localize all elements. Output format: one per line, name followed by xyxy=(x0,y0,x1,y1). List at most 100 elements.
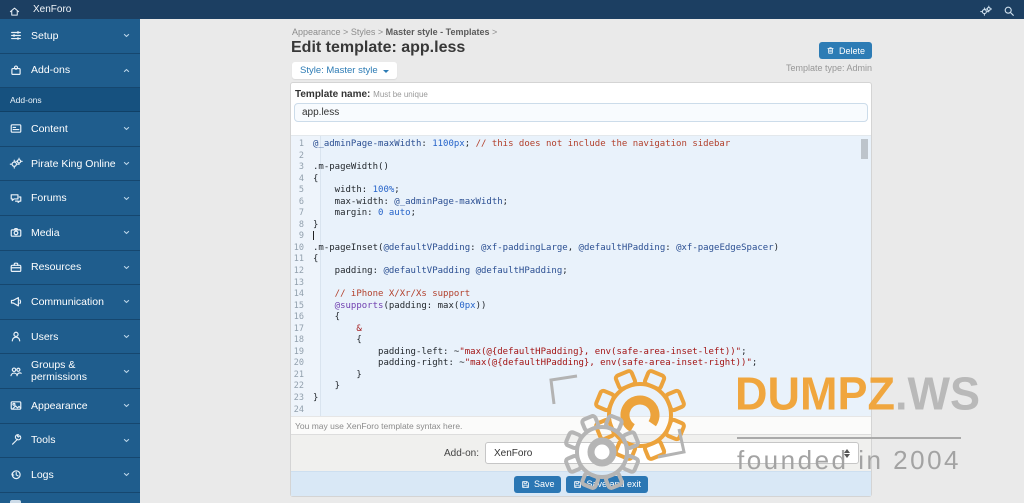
line-number: 1 xyxy=(298,139,304,149)
line-number: 14 xyxy=(293,289,304,300)
chevron-down-icon xyxy=(122,159,131,168)
addon-row: Add-on: XenForo xyxy=(291,434,871,471)
chevron-down-icon xyxy=(122,367,131,376)
sidebar-item-content[interactable]: Content xyxy=(0,112,140,147)
line-number: 17 xyxy=(293,323,304,334)
code-line-14: 14 // iPhone X/Xr/Xs support xyxy=(291,289,871,301)
caret-down-icon xyxy=(382,69,389,76)
code-line-2: 2 xyxy=(291,151,871,163)
save-and-exit-label: Save and exit xyxy=(586,479,642,489)
addon-select[interactable]: XenForo xyxy=(485,442,859,464)
addon-label: Add-on: xyxy=(443,447,479,459)
sidebar-item-users[interactable]: Users xyxy=(0,320,140,355)
camera-icon xyxy=(9,226,23,239)
chevron-down-icon xyxy=(122,332,131,341)
home-icon[interactable] xyxy=(9,4,20,16)
line-number: 5 xyxy=(298,185,304,196)
line-number: 21 xyxy=(293,369,304,380)
chevron-down-icon xyxy=(122,228,131,237)
history-icon xyxy=(9,468,23,481)
code-line-13: 13 xyxy=(291,278,871,290)
line-number: 15 xyxy=(293,300,304,311)
gears2-icon xyxy=(9,157,23,170)
code-line-21: 21 } xyxy=(291,370,871,382)
line-number: 4 xyxy=(298,173,304,184)
sidebar-item-appearance[interactable]: Appearance xyxy=(0,389,140,424)
line-number: 18 xyxy=(293,335,304,346)
style-selector-button[interactable]: Style: Master style xyxy=(292,62,397,79)
code-line-7: 7 margin: 0 auto; xyxy=(291,208,871,220)
sidebar-item-groups-permissions[interactable]: Groups & permissions xyxy=(0,354,140,389)
sidebar-item-label: Tools xyxy=(31,434,56,447)
chevron-down-icon xyxy=(122,194,131,203)
sidebar-item-label: Setup xyxy=(31,29,59,42)
code-line-8: 8} xyxy=(291,220,871,232)
save-and-exit-button[interactable]: Save and exit xyxy=(566,475,649,493)
sidebar-item-label: Users xyxy=(31,330,59,343)
sidebar-item-media[interactable]: Media xyxy=(0,216,140,251)
code-line-20: 20 padding-right: ~ "max(@{defaultHPaddin… xyxy=(291,358,871,370)
breadcrumb: Appearance > Styles > Master style - Tem… xyxy=(292,27,497,37)
line-number: 20 xyxy=(293,358,304,369)
sidebar-item-resources[interactable]: Resources xyxy=(0,251,140,286)
xenforo-admin-screen: XenForo Setup Add-ons Add-ons Content Pirate… xyxy=(0,0,1024,503)
line-number: 22 xyxy=(293,381,304,392)
code-line-15: 15 @supports (padding: max(0px)) xyxy=(291,301,871,313)
save-button[interactable]: Save xyxy=(513,475,562,493)
chevron-down-icon xyxy=(122,470,131,479)
search-icon[interactable] xyxy=(1003,4,1015,16)
editor-scrollbar-thumb[interactable] xyxy=(861,139,868,159)
delete-button[interactable]: Delete xyxy=(818,42,872,59)
template-name-input[interactable] xyxy=(294,103,868,122)
line-number: 11 xyxy=(293,254,304,265)
chevron-up-icon xyxy=(122,66,131,75)
chevron-down-icon xyxy=(122,31,131,40)
chevron-down-icon xyxy=(122,124,131,133)
megaphone-icon xyxy=(9,295,23,308)
breadcrumb-link-appearance[interactable]: Appearance xyxy=(292,27,341,37)
puzzle-icon xyxy=(9,64,23,77)
forums-icon xyxy=(9,192,23,205)
sidebar-partial-next-item xyxy=(0,493,140,503)
form-footer: Save Save and exit xyxy=(291,471,871,496)
chevron-down-icon xyxy=(122,263,131,272)
line-number: 2 xyxy=(298,150,304,161)
content-icon xyxy=(9,122,23,135)
template-name-label-text: Template name: xyxy=(295,89,371,100)
line-number: 6 xyxy=(298,196,304,207)
sidebar-item-communication[interactable]: Communication xyxy=(0,285,140,320)
sidebar-subitem-add-ons[interactable]: Add-ons xyxy=(0,88,140,113)
brand-logo[interactable]: XenForo xyxy=(33,4,71,15)
sidebar-item-label: Communication xyxy=(31,295,104,308)
sidebar-item-add-ons[interactable]: Add-ons xyxy=(0,54,140,89)
template-type-text: Template type: Admin xyxy=(785,63,872,73)
sliders-icon xyxy=(9,29,23,42)
breadcrumb-separator: > xyxy=(340,27,351,37)
sidebar-item-setup[interactable]: Setup xyxy=(0,19,140,54)
code-editor[interactable]: 1 @_adminPage-maxWidth: 1100px; // this d… xyxy=(291,135,871,416)
sidebar-item-forums[interactable]: Forums xyxy=(0,181,140,216)
sidebar-item-label: Logs xyxy=(31,468,54,481)
code-line-10: 10 .m-pageInset(@defaultVPadding: @xf-pad… xyxy=(291,243,871,255)
line-number: 13 xyxy=(293,277,304,288)
gears-icon[interactable] xyxy=(980,4,993,16)
code-line-12: 12 padding: @defaultVPadding @defaultHPa… xyxy=(291,266,871,278)
line-number: 10 xyxy=(293,242,304,253)
sidebar-item-pirate-king-online[interactable]: Pirate King Online xyxy=(0,147,140,182)
code-line-22: 22 } xyxy=(291,381,871,393)
breadcrumb-link-master-style-templates[interactable]: Master style - Templates xyxy=(386,27,490,37)
sidebar-item-label: Forums xyxy=(31,192,67,205)
style-selector-label: Style: Master style xyxy=(300,65,378,76)
wrench-icon xyxy=(9,433,23,447)
breadcrumb-link-styles[interactable]: Styles xyxy=(351,27,376,37)
sidebar-item-tools[interactable]: Tools xyxy=(0,424,140,459)
sidebar-item-label: Media xyxy=(31,226,60,239)
topbar-actions xyxy=(980,4,1015,16)
save-button-label: Save xyxy=(533,479,555,489)
line-number: 19 xyxy=(293,346,304,357)
briefcase-icon xyxy=(9,261,23,274)
floppy-icon xyxy=(573,480,582,489)
sidebar-item-logs[interactable]: Logs xyxy=(0,458,140,493)
line-number: 8 xyxy=(298,219,304,230)
select-stepper-icon xyxy=(844,448,850,458)
